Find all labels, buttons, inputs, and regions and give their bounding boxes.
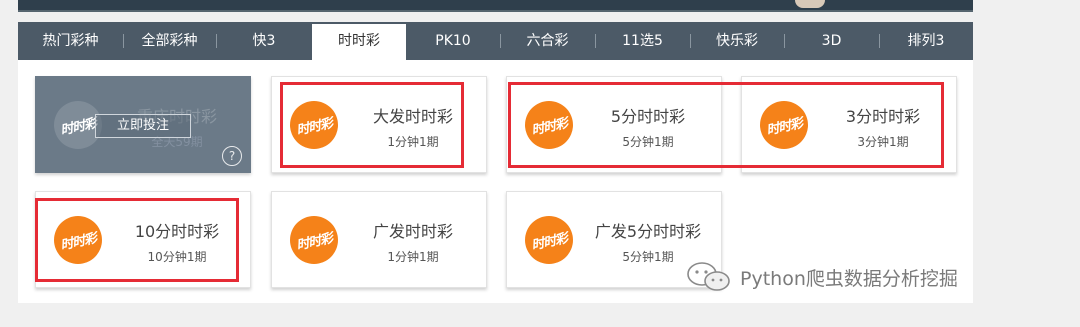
help-icon[interactable]: ? bbox=[222, 146, 242, 166]
tab-pk10[interactable]: PK10 bbox=[406, 22, 500, 60]
ssc-logo-icon: 时时彩 bbox=[54, 216, 102, 264]
game-period: 5分钟1期 bbox=[622, 135, 674, 149]
ssc-logo-icon: 时时彩 bbox=[290, 101, 338, 149]
game-name: 10分时时彩 bbox=[134, 222, 220, 241]
tab-kuaile[interactable]: 快乐彩 bbox=[690, 22, 784, 60]
tab-pailie3[interactable]: 排列3 bbox=[879, 22, 973, 60]
tab-k3[interactable]: 快3 bbox=[216, 22, 312, 60]
game-name: 3分时时彩 bbox=[845, 107, 921, 126]
game-name: 广发时时彩 bbox=[372, 222, 453, 241]
game-card-cqssc[interactable]: 时时彩 重庆时时彩 全天59期 立即投注 ? bbox=[35, 76, 251, 173]
game-name: 大发时时彩 bbox=[372, 107, 453, 126]
ssc-logo-icon: 时时彩 bbox=[290, 216, 338, 264]
tab-all[interactable]: 全部彩种 bbox=[123, 22, 216, 60]
game-period: 1分钟1期 bbox=[387, 135, 439, 149]
game-name: 广发5分时时彩 bbox=[594, 222, 702, 241]
game-card-10min[interactable]: 时时彩 10分时时彩 10分钟1期 bbox=[35, 191, 251, 288]
top-banner bbox=[18, 0, 973, 12]
wechat-icon bbox=[687, 262, 730, 291]
game-name: 5分时时彩 bbox=[610, 107, 686, 126]
tab-11x5[interactable]: 11选5 bbox=[595, 22, 690, 60]
tab-3d[interactable]: 3D bbox=[784, 22, 879, 60]
game-card-dafa[interactable]: 时时彩 大发时时彩 1分钟1期 bbox=[271, 76, 487, 173]
ssc-logo-icon: 时时彩 bbox=[760, 101, 808, 149]
ssc-logo-icon: 时时彩 bbox=[525, 216, 573, 264]
game-card-guangfa[interactable]: 时时彩 广发时时彩 1分钟1期 bbox=[271, 191, 487, 288]
bet-now-button[interactable]: 立即投注 bbox=[95, 114, 191, 138]
game-period: 1分钟1期 bbox=[387, 250, 439, 264]
tab-ssc[interactable]: 时时彩 bbox=[312, 24, 406, 60]
lottery-category-tabs: 热门彩种 全部彩种 快3 时时彩 PK10 六合彩 11选5 快乐彩 3D 排列… bbox=[18, 22, 973, 60]
game-period: 10分钟1期 bbox=[147, 250, 207, 264]
watermark: Python爬虫数据分析挖掘 bbox=[686, 262, 958, 292]
watermark-text: Python爬虫数据分析挖掘 bbox=[740, 267, 958, 290]
game-card-3min[interactable]: 时时彩 3分时时彩 3分钟1期 bbox=[741, 76, 957, 173]
ssc-logo-icon: 时时彩 bbox=[525, 101, 573, 149]
game-card-5min[interactable]: 时时彩 5分时时彩 5分钟1期 bbox=[506, 76, 722, 173]
tab-liuhecai[interactable]: 六合彩 bbox=[500, 22, 595, 60]
tab-hot[interactable]: 热门彩种 bbox=[18, 22, 123, 60]
game-period: 3分钟1期 bbox=[857, 135, 909, 149]
avatar bbox=[795, 0, 825, 8]
